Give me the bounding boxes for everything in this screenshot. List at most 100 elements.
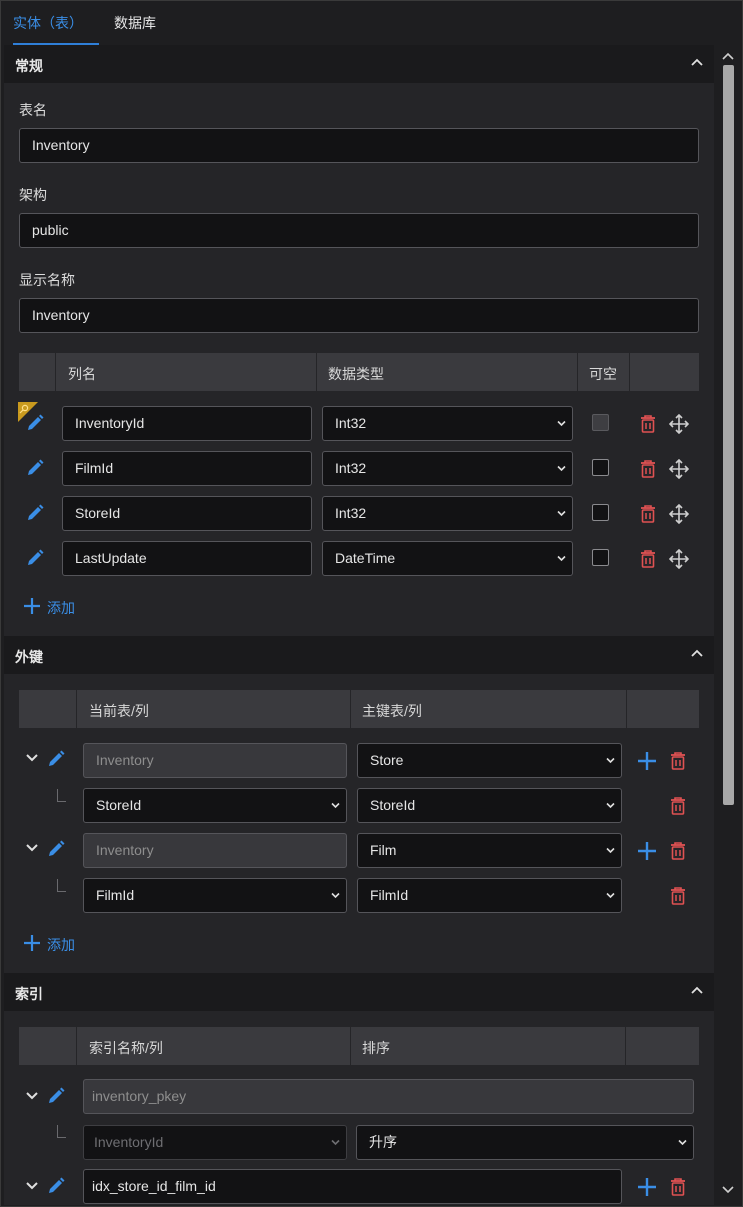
index-column-select: InventoryId	[83, 1125, 347, 1160]
edit-pencil-icon[interactable]	[46, 1176, 66, 1196]
drag-move-icon[interactable]	[669, 504, 689, 524]
current-table-header: 当前表/列	[89, 703, 149, 719]
fk-current-column-select[interactable]: FilmId	[83, 878, 347, 913]
nullable-checkbox[interactable]	[592, 504, 609, 521]
trash-icon[interactable]	[668, 886, 688, 906]
trash-icon[interactable]	[638, 504, 658, 524]
data-type-header: 数据类型	[328, 366, 384, 382]
edit-pencil-icon[interactable]	[25, 503, 45, 523]
tab-database[interactable]: 数据库	[114, 3, 174, 44]
fk-primary-table-select[interactable]: Store	[357, 743, 622, 778]
scroll-down-icon[interactable]	[722, 1185, 734, 1195]
primary-table-header: 主键表/列	[362, 703, 422, 719]
schema-input[interactable]: public	[19, 213, 699, 248]
header-divider	[629, 353, 630, 391]
select-value: Int32	[335, 505, 367, 521]
edit-pencil-icon[interactable]	[46, 1086, 66, 1106]
edit-pencil-icon[interactable]	[25, 458, 45, 478]
scrollbar-thumb[interactable]	[723, 65, 734, 805]
data-type-select[interactable]: Int32	[322, 451, 573, 486]
add-column-label: 添加	[47, 600, 75, 616]
edit-pencil-icon[interactable]	[46, 749, 66, 769]
edit-pencil-icon[interactable]	[46, 839, 66, 859]
section-general-header[interactable]: 常规	[4, 45, 714, 83]
add-foreign-key-button[interactable]: 添加	[23, 934, 93, 954]
column-name-input[interactable]: LastUpdate	[62, 541, 312, 576]
index-name-input[interactable]: idx_store_id_film_id	[83, 1169, 622, 1204]
chevron-up-icon[interactable]	[690, 983, 704, 997]
display-name-input[interactable]: Inventory	[19, 298, 699, 333]
trash-icon[interactable]	[668, 1177, 688, 1197]
trash-icon[interactable]	[668, 751, 688, 771]
fk-current-table-input: Inventory	[83, 743, 347, 778]
trash-icon[interactable]	[638, 549, 658, 569]
scroll-up-icon[interactable]	[722, 51, 734, 61]
data-type-select[interactable]: Int32	[322, 406, 573, 441]
plus-icon[interactable]	[637, 841, 657, 861]
vertical-scrollbar[interactable]	[717, 45, 740, 1205]
header-divider	[625, 1027, 626, 1065]
column-name-input[interactable]: StoreId	[62, 496, 312, 531]
tree-connector	[57, 1125, 66, 1138]
select-value: Int32	[335, 415, 367, 431]
header-divider	[316, 353, 317, 391]
display-name-label: 显示名称	[19, 272, 75, 288]
trash-icon[interactable]	[638, 459, 658, 479]
sort-order-header: 排序	[362, 1040, 390, 1056]
column-name-input[interactable]: InventoryId	[62, 406, 312, 441]
section-indexes-header[interactable]: 索引	[4, 973, 714, 1011]
data-type-select[interactable]: Int32	[322, 496, 573, 531]
select-value: DateTime	[335, 550, 396, 566]
chevron-down-icon	[557, 555, 566, 562]
tree-connector	[57, 789, 66, 802]
expand-chevron-icon[interactable]	[24, 840, 40, 856]
chevron-down-icon	[606, 802, 615, 809]
index-order-select[interactable]: 升序	[356, 1125, 694, 1160]
expand-chevron-icon[interactable]	[24, 1178, 40, 1194]
plus-icon[interactable]	[637, 751, 657, 771]
edit-pencil-icon[interactable]	[25, 413, 45, 433]
table-name-input[interactable]: Inventory	[19, 128, 699, 163]
chevron-down-icon	[331, 1139, 340, 1146]
chevron-up-icon[interactable]	[690, 55, 704, 69]
header-divider	[577, 353, 578, 391]
select-value: Int32	[335, 460, 367, 476]
table-name-label: 表名	[19, 102, 47, 118]
chevron-down-icon	[678, 1139, 687, 1146]
nullable-checkbox[interactable]	[592, 414, 609, 431]
tab-entity-table[interactable]: 实体（表）	[13, 3, 99, 45]
fk-primary-table-select[interactable]: Film	[357, 833, 622, 868]
columns-table-header: 列名 数据类型 可空	[19, 353, 699, 391]
drag-move-icon[interactable]	[669, 414, 689, 434]
column-name-header: 列名	[68, 366, 96, 382]
nullable-checkbox[interactable]	[592, 549, 609, 566]
fk-primary-column-select[interactable]: FilmId	[357, 878, 622, 913]
column-name-input[interactable]: FilmId	[62, 451, 312, 486]
indexes-table-header: 索引名称/列 排序	[19, 1027, 699, 1065]
section-foreign-keys-header[interactable]: 外键	[4, 636, 714, 674]
index-name-header: 索引名称/列	[89, 1040, 163, 1056]
data-type-select[interactable]: DateTime	[322, 541, 573, 576]
trash-icon[interactable]	[668, 841, 688, 861]
expand-chevron-icon[interactable]	[24, 750, 40, 766]
edit-pencil-icon[interactable]	[25, 548, 45, 568]
plus-icon[interactable]	[637, 1177, 657, 1197]
header-divider	[626, 690, 627, 728]
drag-move-icon[interactable]	[669, 549, 689, 569]
section-indexes-title: 索引	[15, 986, 43, 1002]
drag-move-icon[interactable]	[669, 459, 689, 479]
add-foreign-key-label: 添加	[47, 937, 75, 953]
fk-current-table-input: Inventory	[83, 833, 347, 868]
expand-chevron-icon[interactable]	[24, 1088, 40, 1104]
scroll-content: 常规 表名 Inventory 架构 public 显示名称 Inventory…	[4, 45, 714, 1205]
tree-connector	[57, 879, 66, 892]
add-column-button[interactable]: 添加	[23, 597, 93, 617]
fk-current-column-select[interactable]: StoreId	[83, 788, 347, 823]
chevron-up-icon[interactable]	[690, 646, 704, 660]
fk-primary-column-select[interactable]: StoreId	[357, 788, 622, 823]
select-value: StoreId	[96, 797, 142, 813]
trash-icon[interactable]	[668, 796, 688, 816]
chevron-down-icon	[557, 510, 566, 517]
trash-icon[interactable]	[638, 414, 658, 434]
nullable-checkbox[interactable]	[592, 459, 609, 476]
